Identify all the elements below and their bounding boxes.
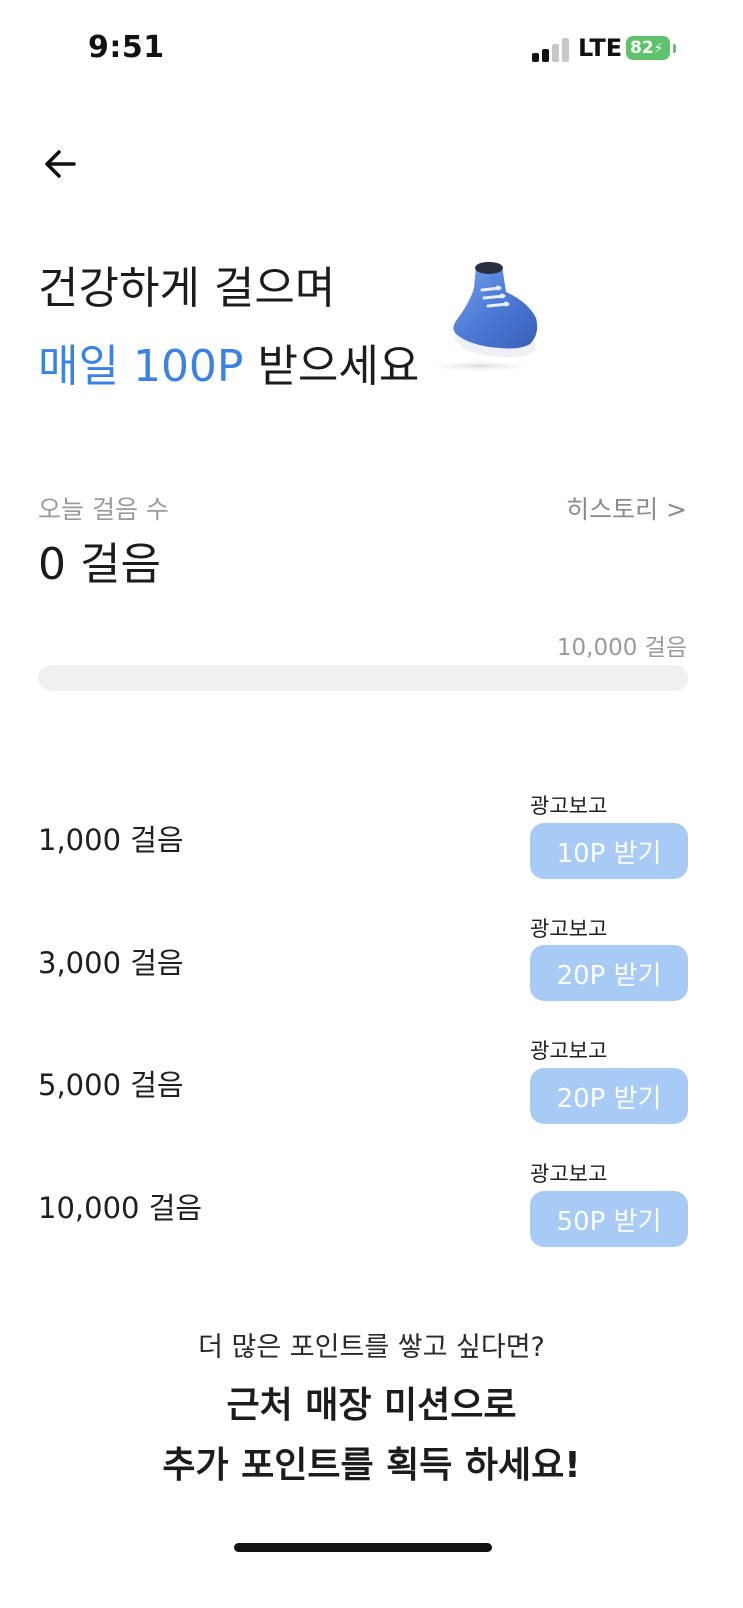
claim-10p-button[interactable]: 10P 받기 — [530, 823, 688, 879]
hero-title-line2: 매일 100P 받으세요 — [38, 330, 419, 394]
back-button[interactable] — [36, 140, 84, 188]
step-progress-bar — [38, 665, 688, 691]
hero-title-line1: 건강하게 걸으며 — [38, 263, 336, 314]
step-count: 0 걸음 — [38, 539, 161, 590]
reward-ad-label: 광고보고 — [530, 794, 608, 818]
reward-steps-10000: 10,000 걸음 — [38, 1191, 203, 1225]
claim-50p-button[interactable]: 50P 받기 — [530, 1191, 688, 1247]
reward-ad-label: 광고보고 — [530, 1039, 608, 1063]
battery-level: 82 — [630, 38, 654, 58]
claim-20p-button-5000[interactable]: 20P 받기 — [530, 1068, 688, 1124]
reward-steps-5000: 5,000 걸음 — [38, 1068, 184, 1102]
battery-tip — [673, 44, 676, 53]
reward-steps-3000: 3,000 걸음 — [38, 946, 184, 980]
cellular-signal-icon — [532, 38, 572, 62]
history-link[interactable]: 히스토리 > — [566, 490, 687, 526]
network-type: LTE — [578, 34, 623, 62]
hero-rest: 받으세요 — [243, 341, 420, 392]
reward-ad-label: 광고보고 — [530, 917, 608, 941]
status-time: 9:51 — [88, 30, 165, 65]
hero-highlight: 매일 100P — [38, 341, 244, 392]
claim-20p-button-3000[interactable]: 20P 받기 — [530, 945, 688, 1001]
promo-title-line2[interactable]: 추가 포인트를 획득 하세요! — [0, 1436, 743, 1488]
reward-steps-1000: 1,000 걸음 — [38, 823, 184, 857]
promo-subtitle: 더 많은 포인트를 쌓고 싶다면? — [198, 1332, 545, 1363]
today-steps-label: 오늘 걸음 수 — [38, 495, 169, 524]
arrow-left-icon — [45, 150, 76, 178]
battery-icon: 82⚡ — [626, 36, 670, 60]
promo-title-line1[interactable]: 근처 매장 미션으로 — [0, 1376, 743, 1428]
sneaker-illustration — [420, 262, 540, 372]
step-goal: 10,000 걸음 — [556, 635, 687, 661]
home-indicator — [234, 1543, 492, 1552]
reward-ad-label: 광고보고 — [530, 1162, 608, 1186]
